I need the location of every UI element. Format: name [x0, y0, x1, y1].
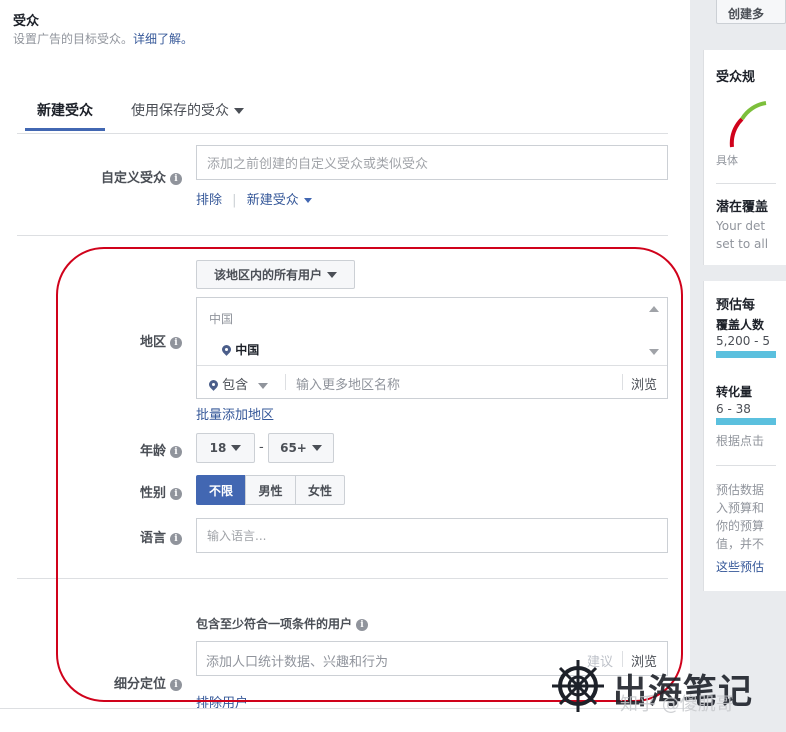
chevron-down-icon: [303, 198, 312, 203]
create-audience-text: 新建受众: [246, 193, 299, 208]
gauge-label-specific: 具体: [716, 154, 738, 167]
custom-audience-label: 自定义受众 i: [40, 167, 182, 186]
audience-size-title: 受众规: [716, 70, 756, 85]
sidebar-top: 创建多: [703, 0, 786, 38]
link-separator: |: [232, 193, 237, 208]
estimate-note: 预估数据 入预算和 你的预算 值，并不: [716, 481, 764, 553]
tab-saved-label: 使用保存的受众: [131, 103, 229, 119]
watermark-credit: 知乎 @傻肌哥: [620, 694, 734, 715]
tab-active-indicator: [25, 128, 105, 131]
note-line: 值，并不: [716, 537, 765, 551]
ship-wheel-logo-icon: [552, 660, 604, 712]
section-title: 受众: [13, 14, 40, 29]
subtitle-text: 设置广告的目标受众。: [13, 32, 134, 46]
potential-reach-title: 潜在覆盖: [716, 200, 769, 215]
create-multiple-button[interactable]: 创建多: [716, 0, 786, 24]
note-line: 入预算和: [716, 501, 765, 515]
tabs-divider: [17, 133, 668, 134]
note-line: 你的预算: [716, 519, 765, 533]
info-icon[interactable]: i: [170, 172, 182, 185]
conversions-label: 转化量: [716, 385, 753, 399]
custom-audience-label-text: 自定义受众: [100, 171, 166, 186]
reach-bar: [716, 351, 776, 358]
custom-audience-links: 排除 | 新建受众: [196, 189, 312, 208]
learn-more-link[interactable]: 详细了解。: [133, 32, 193, 46]
audience-gauge-icon: [729, 101, 767, 148]
section-divider: [17, 235, 668, 236]
note-line: 预估数据: [716, 483, 765, 497]
panel-divider: [716, 465, 776, 466]
create-audience-link[interactable]: 新建受众: [247, 193, 312, 208]
conversions-bar: [716, 418, 776, 425]
custom-audience-input[interactable]: 添加之前创建的自定义受众或类似受众: [196, 145, 668, 180]
annotation-outline: [56, 247, 683, 702]
estimate-title: 预估每: [716, 298, 756, 313]
section-subtitle: 设置广告的目标受众。详细了解。: [13, 30, 193, 47]
panel-divider: [716, 183, 776, 184]
reach-value: 5,200 - 5: [716, 334, 770, 348]
estimate-note-link[interactable]: 这些预估: [716, 558, 764, 575]
reach-label: 覆盖人数: [716, 318, 765, 332]
tab-saved-audience[interactable]: 使用保存的受众: [131, 100, 244, 120]
estimate-panel: 预估每 覆盖人数 5,200 - 5 转化量 6 - 38 根据点击 预估数据 …: [703, 281, 786, 591]
potential-reach-text-2: set to all: [716, 237, 769, 251]
based-on-text: 根据点击: [716, 434, 765, 448]
tab-new-audience[interactable]: 新建受众: [25, 100, 105, 120]
audience-size-panel: 受众规 具体 潜在覆盖 Your det set to all: [703, 50, 786, 265]
potential-reach-text-1: Your det: [716, 219, 766, 233]
conversions-value: 6 - 38: [716, 402, 751, 416]
chevron-down-icon: [234, 108, 244, 114]
exclude-link[interactable]: 排除: [196, 193, 222, 208]
